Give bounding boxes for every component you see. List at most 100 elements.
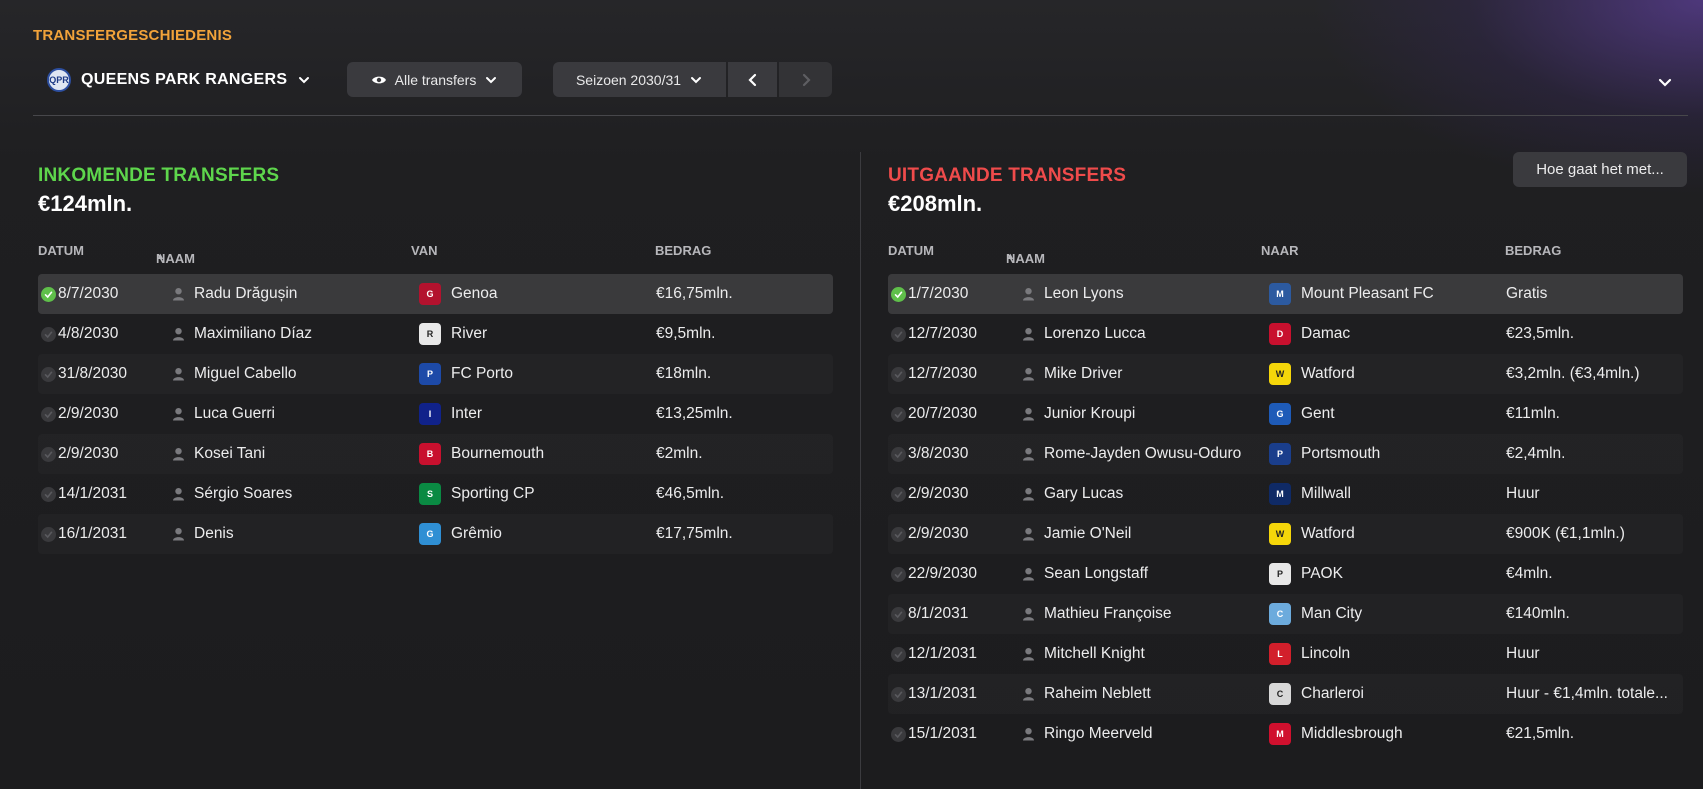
player-name[interactable]: Mitchell Knight	[1044, 645, 1145, 663]
player-name[interactable]: Ringo Meerveld	[1044, 725, 1153, 743]
player-name[interactable]: Sean Longstaff	[1044, 565, 1148, 583]
club-name[interactable]: Grêmio	[451, 525, 502, 543]
column-club[interactable]: NAAR	[1261, 243, 1299, 258]
club-name[interactable]: Charleroi	[1301, 685, 1364, 703]
table-row[interactable]: 3/8/2030 Rome-Jayden Owusu-Oduro P Portsmou…	[888, 434, 1683, 474]
table-row[interactable]: 8/7/2030 Radu Drăgușin G Genoa €16,75mln.	[38, 274, 833, 314]
player-name[interactable]: Sérgio Soares	[194, 485, 292, 503]
club-crest-icon: QPR	[47, 68, 71, 92]
club-name[interactable]: Inter	[451, 405, 482, 423]
club-name[interactable]: Bournemouth	[451, 445, 544, 463]
transfer-fee: Huur	[1506, 485, 1540, 502]
player-name[interactable]: Jamie O'Neil	[1044, 525, 1131, 543]
player-name[interactable]: Lorenzo Lucca	[1044, 325, 1146, 343]
transfer-date: 22/9/2030	[908, 565, 977, 582]
table-row[interactable]: 13/1/2031 Raheim Neblett C Charleroi Huur - …	[888, 674, 1683, 714]
table-row[interactable]: 8/1/2031 Mathieu Françoise C Man City €140ml…	[888, 594, 1683, 634]
transfer-date: 14/1/2031	[58, 485, 127, 502]
club-crest-icon: P	[1269, 563, 1291, 585]
incoming-rows: 8/7/2030 Radu Drăgușin G Genoa €16,75mln. 4/8…	[38, 274, 833, 554]
check-pending-icon	[891, 407, 906, 422]
table-row[interactable]: 20/7/2030 Junior Kroupi G Gent €11mln.	[888, 394, 1683, 434]
club-crest-icon: D	[1269, 323, 1291, 345]
column-date[interactable]: DATUM	[888, 243, 934, 258]
club-name[interactable]: River	[451, 325, 487, 343]
club-name[interactable]: PAOK	[1301, 565, 1343, 583]
table-row[interactable]: 31/8/2030 Miguel Cabello P FC Porto €18mln.	[38, 354, 833, 394]
player-name[interactable]: Leon Lyons	[1044, 285, 1124, 303]
player-name[interactable]: Gary Lucas	[1044, 485, 1123, 503]
club-crest-icon: G	[419, 523, 441, 545]
club-crest-icon: M	[1269, 283, 1291, 305]
club-name[interactable]: Millwall	[1301, 485, 1351, 503]
transfer-fee: Huur	[1506, 645, 1540, 662]
player-name[interactable]: Junior Kroupi	[1044, 405, 1135, 423]
column-club[interactable]: VAN	[411, 243, 437, 258]
player-name[interactable]: Luca Guerri	[194, 405, 275, 423]
check-pending-icon	[891, 647, 906, 662]
person-icon	[1023, 288, 1034, 301]
table-row[interactable]: 12/7/2030 Mike Driver W Watford €3,2mln. (€3…	[888, 354, 1683, 394]
club-name[interactable]: Genoa	[451, 285, 498, 303]
column-fee[interactable]: BEDRAG	[655, 243, 711, 258]
club-name[interactable]: Mount Pleasant FC	[1301, 285, 1434, 303]
transfer-fee: €46,5mln.	[656, 485, 725, 502]
outgoing-table: DATUM ▲ NAAM NAAR BEDRAG 1/7/2030 Leon Lyo…	[888, 235, 1683, 754]
player-name[interactable]: Raheim Neblett	[1044, 685, 1151, 703]
table-row[interactable]: 4/8/2030 Maximiliano Díaz R River €9,5mln.	[38, 314, 833, 354]
column-fee[interactable]: BEDRAG	[1505, 243, 1561, 258]
player-name[interactable]: Mathieu Françoise	[1044, 605, 1172, 623]
player-name[interactable]: Kosei Tani	[194, 445, 265, 463]
person-icon	[1023, 368, 1034, 381]
transfer-fee: Huur - €1,4mln. totale...	[1506, 685, 1668, 702]
club-name[interactable]: Middlesbrough	[1301, 725, 1403, 743]
collapse-chevron-icon[interactable]	[1655, 72, 1675, 92]
person-icon	[173, 328, 184, 341]
table-row[interactable]: 15/1/2031 Ringo Meerveld M Middlesbrough €21…	[888, 714, 1683, 754]
check-pending-icon	[891, 527, 906, 542]
club-name[interactable]: Damac	[1301, 325, 1350, 343]
check-pending-icon	[41, 327, 56, 342]
club-name[interactable]: Watford	[1301, 525, 1355, 543]
person-icon	[1023, 448, 1034, 461]
player-name[interactable]: Maximiliano Díaz	[194, 325, 312, 343]
table-row[interactable]: 12/1/2031 Mitchell Knight L Lincoln Huur	[888, 634, 1683, 674]
club-name[interactable]: Gent	[1301, 405, 1335, 423]
next-season-button[interactable]	[779, 62, 832, 97]
previous-season-button[interactable]	[728, 62, 777, 97]
club-name[interactable]: FC Porto	[451, 365, 513, 383]
player-name[interactable]: Miguel Cabello	[194, 365, 297, 383]
person-icon	[173, 288, 184, 301]
column-name-label: NAAM	[156, 251, 195, 266]
transfer-date: 15/1/2031	[908, 725, 977, 742]
transfer-filter-dropdown[interactable]: Alle transfers	[347, 62, 522, 97]
table-row[interactable]: 14/1/2031 Sérgio Soares S Sporting CP €46,5m…	[38, 474, 833, 514]
season-dropdown[interactable]: Seizoen 2030/31	[553, 62, 726, 97]
transfer-date: 12/7/2030	[908, 325, 977, 342]
column-date[interactable]: DATUM	[38, 243, 84, 258]
player-name[interactable]: Radu Drăgușin	[194, 285, 297, 303]
table-row[interactable]: 2/9/2030 Gary Lucas M Millwall Huur	[888, 474, 1683, 514]
club-crest-icon: P	[419, 363, 441, 385]
table-row[interactable]: 22/9/2030 Sean Longstaff P PAOK €4mln.	[888, 554, 1683, 594]
transfer-fee: €140mln.	[1506, 605, 1570, 622]
table-row[interactable]: 2/9/2030 Luca Guerri I Inter €13,25mln.	[38, 394, 833, 434]
club-name: QUEENS PARK RANGERS	[81, 71, 288, 88]
table-header: DATUM ▲ NAAM VAN BEDRAG	[38, 235, 833, 266]
table-row[interactable]: 2/9/2030 Jamie O'Neil W Watford €900K (€1,1m…	[888, 514, 1683, 554]
eye-icon	[371, 76, 386, 83]
table-row[interactable]: 16/1/2031 Denis G Grêmio €17,75mln.	[38, 514, 833, 554]
club-name[interactable]: Sporting CP	[451, 485, 535, 503]
table-row[interactable]: 1/7/2030 Leon Lyons M Mount Pleasant FC Grat…	[888, 274, 1683, 314]
table-row[interactable]: 12/7/2030 Lorenzo Lucca D Damac €23,5mln.	[888, 314, 1683, 354]
table-row[interactable]: 2/9/2030 Kosei Tani B Bournemouth €2mln.	[38, 434, 833, 474]
club-name[interactable]: Watford	[1301, 365, 1355, 383]
club-selector[interactable]: QPR QUEENS PARK RANGERS	[47, 66, 311, 94]
club-name[interactable]: Portsmouth	[1301, 445, 1380, 463]
club-name[interactable]: Lincoln	[1301, 645, 1350, 663]
how-is-it-going-button[interactable]: Hoe gaat het met...	[1513, 152, 1687, 187]
club-name[interactable]: Man City	[1301, 605, 1362, 623]
player-name[interactable]: Mike Driver	[1044, 365, 1122, 383]
player-name[interactable]: Rome-Jayden Owusu-Oduro	[1044, 445, 1241, 463]
player-name[interactable]: Denis	[194, 525, 234, 543]
